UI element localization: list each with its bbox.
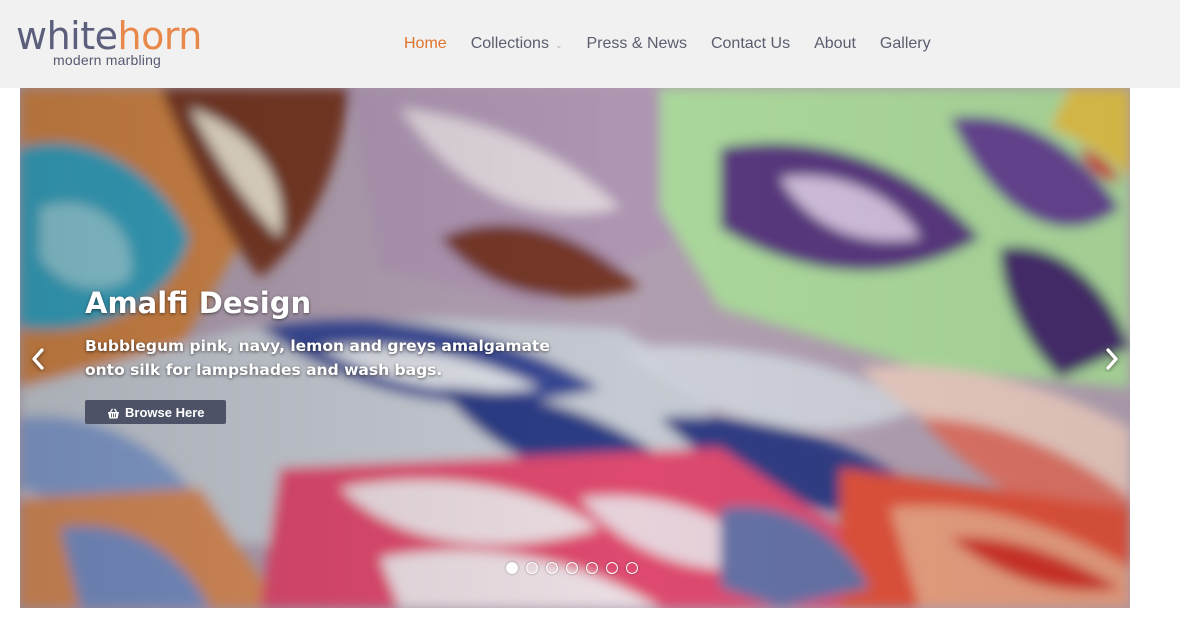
nav-item-press-news[interactable]: Press & News (575, 30, 699, 58)
chevron-right-icon (1106, 348, 1118, 370)
nav-label-about: About (814, 35, 856, 52)
site-logo[interactable]: whitehorn modern marbling (16, 14, 226, 74)
slider-dot[interactable] (626, 562, 638, 574)
chevron-down-icon: ⌄ (554, 40, 563, 50)
slider-pagination (506, 562, 646, 574)
nav-item-contact[interactable]: Contact Us (699, 30, 802, 58)
nav-label-gallery: Gallery (879, 35, 931, 52)
slide-caption: Amalfi Design Bubblegum pink, navy, lemo… (85, 284, 605, 424)
nav-label-press-news: Press & News (586, 35, 687, 52)
slider-prev-button[interactable] (28, 346, 48, 372)
nav-item-home[interactable]: Home (392, 30, 459, 58)
slider-dot[interactable] (526, 562, 538, 574)
slider-dot[interactable] (606, 562, 618, 574)
basket-icon (107, 407, 120, 418)
nav-label-collections: Collections (470, 35, 549, 52)
slider-dot[interactable] (506, 562, 518, 574)
nav-label-home: Home (404, 35, 447, 52)
slide-description: Bubblegum pink, navy, lemon and greys am… (85, 337, 550, 379)
main-nav: Home Collections ⌄ Press & News Contact U… (392, 30, 943, 58)
site-header: whitehorn modern marbling Home Collectio… (0, 0, 1180, 88)
slider-dot[interactable] (546, 562, 558, 574)
slider-next-button[interactable] (1102, 346, 1122, 372)
nav-item-gallery[interactable]: Gallery (868, 30, 943, 58)
slide-title: Amalfi Design (85, 286, 312, 320)
logo-tagline: modern marbling (53, 52, 162, 68)
browse-here-button[interactable]: Browse Here (85, 400, 227, 424)
nav-label-contact: Contact Us (710, 35, 791, 52)
nav-item-about[interactable]: About (802, 30, 868, 58)
browse-here-label: Browse Here (125, 404, 205, 420)
slider-dot[interactable] (586, 562, 598, 574)
chevron-left-icon (32, 348, 44, 370)
hero-slider: Amalfi Design Bubblegum pink, navy, lemo… (20, 88, 1130, 608)
nav-item-collections[interactable]: Collections ⌄ (459, 30, 575, 58)
slider-dot[interactable] (566, 562, 578, 574)
